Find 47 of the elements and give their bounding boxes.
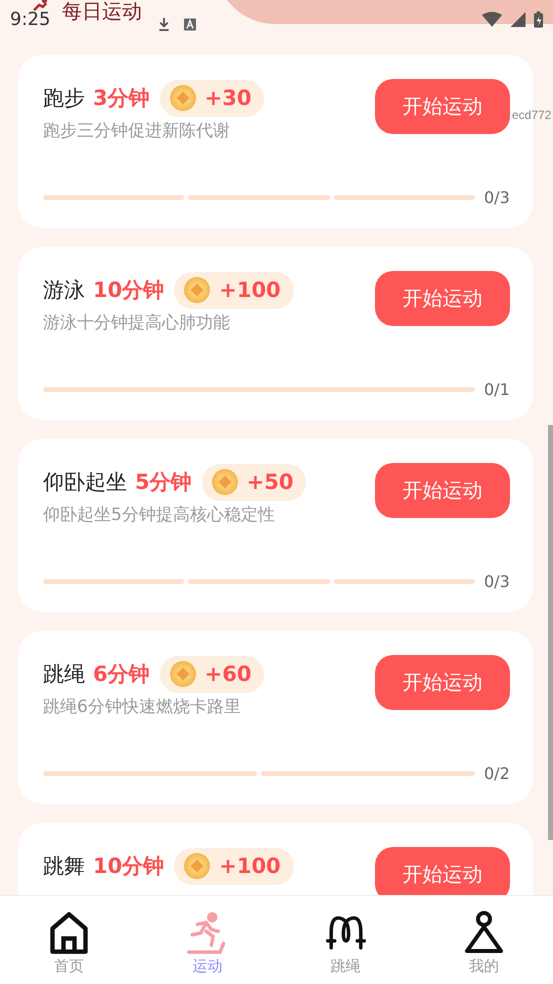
coin-icon [184, 277, 210, 303]
task-name: 跳舞 [43, 853, 85, 880]
nav-tab[interactable]: 首页 [24, 896, 114, 984]
task-duration: 10分钟 [93, 853, 164, 880]
download-icon [158, 18, 170, 30]
debug-label: ecd772 [512, 108, 552, 122]
reward-amount: +50 [246, 470, 294, 494]
task-description: 跳绳6分钟快速燃烧卡路里 [43, 696, 242, 718]
task-name: 跑步 [43, 85, 85, 112]
start-button[interactable]: 开始运动 [375, 655, 510, 710]
task-duration: 3分钟 [93, 85, 150, 112]
task-duration: 6分钟 [93, 661, 150, 688]
nav-tab[interactable]: 跳绳 [300, 896, 391, 984]
start-button[interactable]: 开始运动 [375, 463, 510, 518]
reward-amount: +60 [204, 662, 252, 686]
coin-icon [212, 469, 238, 495]
wifi-icon [482, 12, 502, 26]
battery-icon [534, 10, 543, 28]
reward-amount: +100 [219, 854, 281, 878]
coin-icon [170, 85, 196, 111]
task-name: 仰卧起坐 [43, 469, 127, 496]
task-duration: 5分钟 [135, 469, 192, 496]
text-icon [184, 18, 196, 30]
signal-icon [508, 12, 528, 26]
progress-count: 0/3 [484, 188, 510, 207]
task-description: 跑步三分钟促进新陈代谢 [43, 120, 231, 142]
nav-tab[interactable]: 运动 [162, 896, 252, 984]
person-icon [464, 910, 504, 954]
coin-icon [170, 661, 196, 687]
task-name: 跳绳 [43, 661, 85, 688]
nav-tab[interactable]: 我的 [438, 896, 529, 984]
reward-amount: +30 [204, 86, 252, 110]
coin-icon [184, 853, 210, 879]
page-title: 每日运动 [62, 0, 142, 22]
home-icon [49, 910, 90, 954]
status-time: 9:25 [10, 8, 50, 30]
start-button[interactable]: 开始运动 [375, 271, 510, 326]
start-button[interactable]: 开始运动 [375, 847, 510, 895]
progress-count: 0/1 [484, 380, 510, 399]
task-duration: 10分钟 [93, 277, 164, 304]
task-description: 仰卧起坐5分钟提高核心稳定性 [43, 504, 276, 526]
task-description: 游泳十分钟提高心肺功能 [43, 312, 231, 334]
start-button[interactable]: 开始运动 [375, 79, 510, 134]
progress-count: 0/3 [484, 572, 510, 591]
progress-count: 0/2 [484, 764, 510, 783]
task-name: 游泳 [43, 277, 85, 304]
reward-amount: +100 [219, 278, 281, 302]
